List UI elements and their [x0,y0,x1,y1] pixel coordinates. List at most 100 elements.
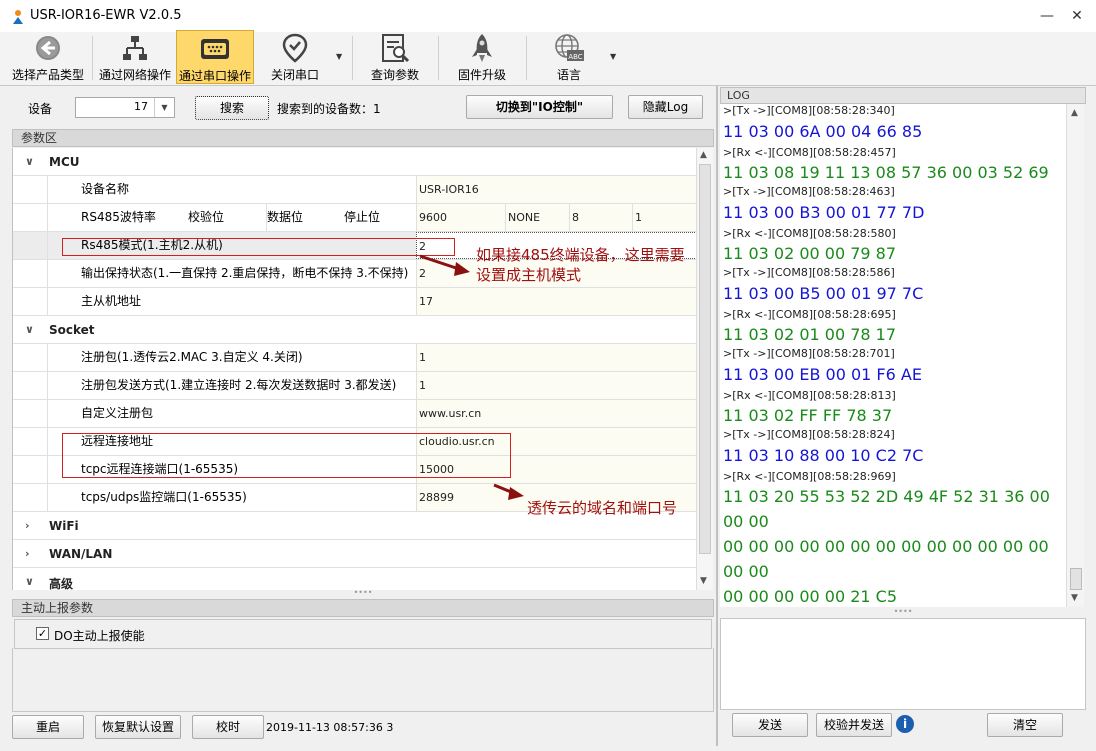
rs485-databits-label: 数据位 [266,204,303,231]
rs485-baud-label: RS485波特率 [81,210,156,224]
log-timestamp: >[Rx <-][COM8][08:58:28:813] [723,389,896,402]
log-timestamp: >[Rx <-][COM8][08:58:28:695] [723,308,896,321]
group-mcu[interactable]: ∨ MCU [13,148,696,176]
param-scrollbar[interactable]: ▲ ▼ [696,148,713,590]
rs485-parity-value[interactable]: NONE [505,204,540,231]
param-value[interactable]: www.usr.cn [416,400,696,427]
highlight-rs485-mode [62,238,455,256]
svg-text:ABC: ABC [568,53,582,61]
select-product-label: 选择产品类型 [11,68,84,82]
scroll-up-icon[interactable]: ▲ [1071,108,1078,118]
back-arrow-icon [36,36,60,60]
info-icon[interactable]: i [896,715,914,733]
chevron-down-icon[interactable]: ∨ [25,155,34,168]
log-timestamp: >[Tx ->][COM8][08:58:28:586] [723,266,895,279]
serial-op-label: 通过串口操作 [178,69,251,83]
report-area [12,648,714,712]
annotation-rs485-line2: 设置成主机模式 [476,266,582,284]
globe-language-icon: ABC [555,34,584,61]
param-row-reg-pkg: 注册包(1.透传云2.MAC 3.自定义 4.关闭) 1 [13,344,696,372]
minimize-button[interactable]: — [1034,6,1060,26]
restore-defaults-button[interactable]: 恢复默认设置 [95,715,181,739]
toolbar-divider [526,36,527,80]
group-socket[interactable]: ∨ Socket [13,316,696,344]
search-button[interactable]: 搜索 [195,96,269,120]
log-scrollbar[interactable]: ▲ ▼ [1066,104,1084,607]
param-value[interactable]: USR-IOR16 [416,176,696,203]
log-output: >[Tx ->][COM8][08:58:28:340] 11 03 00 6A … [720,104,1066,607]
toolbar-divider [352,36,353,80]
annotation-rs485-line1: 如果接485终端设备，这里需要 [476,246,685,264]
annotation-arrow-icon [419,254,470,276]
param-label: 主从机地址 [47,288,417,315]
scroll-down-icon[interactable]: ▼ [700,576,707,586]
window-title: USR-IOR16-EWR V2.0.5 [30,8,182,23]
chevron-down-icon[interactable]: ∨ [25,575,34,588]
group-advanced[interactable]: ∨ 高级 [13,568,696,590]
rs485-databits-value[interactable]: 8 [569,204,579,231]
document-search-icon [382,34,410,63]
language-dropdown-icon[interactable]: ▼ [610,52,616,61]
query-params-button[interactable]: 查询参数 [360,30,430,84]
check-send-button[interactable]: 校验并发送 [816,713,892,737]
firmware-upgrade-label: 固件升级 [457,68,506,82]
send-button[interactable]: 发送 [732,713,808,737]
log-rx-data: 11 03 08 19 11 13 08 57 36 00 03 52 69 [723,163,1049,182]
close-serial-button[interactable]: 关闭串口 [258,30,332,84]
group-socket-label: Socket [49,323,95,337]
chevron-down-icon[interactable]: ∨ [25,323,34,336]
annotation-cloud: 透传云的域名和端口号 [527,499,678,517]
scroll-up-icon[interactable]: ▲ [700,150,707,160]
rs485-params: RS485波特率 校验位 数据位 停止位 [47,204,417,231]
log-rx-data: 11 03 02 01 00 78 17 [723,325,897,344]
param-value[interactable]: 17 [416,288,696,315]
do-report-checkbox[interactable]: ✓ [36,627,49,640]
language-button[interactable]: ABC 语言 [534,30,604,84]
log-tx-data: 11 03 00 6A 00 04 66 85 [723,122,923,141]
group-advanced-label: 高级 [49,577,74,590]
close-button[interactable]: ✕ [1064,6,1090,26]
send-input[interactable] [720,618,1086,710]
group-wanlan-label: WAN/LAN [49,547,113,561]
log-timestamp: >[Tx ->][COM8][08:58:28:701] [723,347,895,360]
param-value[interactable]: 1 [416,372,696,399]
annotation-arrow-icon [493,483,524,500]
splitter-handle[interactable]: •••• [12,589,714,598]
rs485-stopbits-label: 停止位 [344,210,381,224]
found-count: 搜索到的设备数：1 [277,102,381,116]
param-value[interactable]: 1 [416,344,696,371]
rs485-stopbits-value[interactable]: 1 [632,204,642,231]
device-dropdown-icon[interactable]: ▼ [154,98,174,117]
app-logo-icon [10,9,26,29]
panel-divider[interactable] [716,86,718,746]
query-params-label: 查询参数 [370,68,419,82]
device-label: 设备 [28,102,53,116]
rocket-icon [472,34,492,62]
param-grid: ∨ MCU 设备名称 USR-IOR16 RS485波特率 校验位 数据位 停止… [12,148,696,590]
log-tx-data: 11 03 00 B3 00 01 77 7D [723,203,925,222]
rs485-baud-value[interactable]: 9600 [419,204,447,231]
clear-button[interactable]: 清空 [987,713,1063,737]
restart-button[interactable]: 重启 [12,715,84,739]
param-row-reg-send: 注册包发送方式(1.建立连接时 2.每次发送数据时 3.都发送) 1 [13,372,696,400]
hide-log-button[interactable]: 隐藏Log [628,95,703,119]
scroll-down-icon[interactable]: ▼ [1071,593,1078,603]
rs485-parity-label: 校验位 [188,210,225,224]
param-area-header: 参数区 [12,129,714,147]
firmware-upgrade-button[interactable]: 固件升级 [446,30,518,84]
select-product-button[interactable]: 选择产品类型 [8,30,88,84]
switch-io-button[interactable]: 切换到"IO控制" [466,95,613,119]
group-wanlan[interactable]: › WAN/LAN [13,540,696,568]
close-serial-dropdown-icon[interactable]: ▼ [336,52,342,61]
scroll-thumb[interactable] [1070,568,1082,590]
param-row-slave-addr: 主从机地址 17 [13,288,696,316]
rs485-values: 9600 NONE 8 1 [416,204,696,231]
chevron-right-icon[interactable]: › [25,547,30,560]
network-op-button[interactable]: 通过网络操作 [95,30,175,84]
scroll-thumb[interactable] [699,164,711,554]
serial-op-button[interactable]: 通过串口操作 [176,30,254,84]
log-splitter[interactable]: •••• [720,607,1086,617]
log-timestamp: >[Tx ->][COM8][08:58:28:463] [723,185,895,198]
chevron-right-icon[interactable]: › [25,519,30,532]
time-sync-button[interactable]: 校时 [192,715,264,739]
